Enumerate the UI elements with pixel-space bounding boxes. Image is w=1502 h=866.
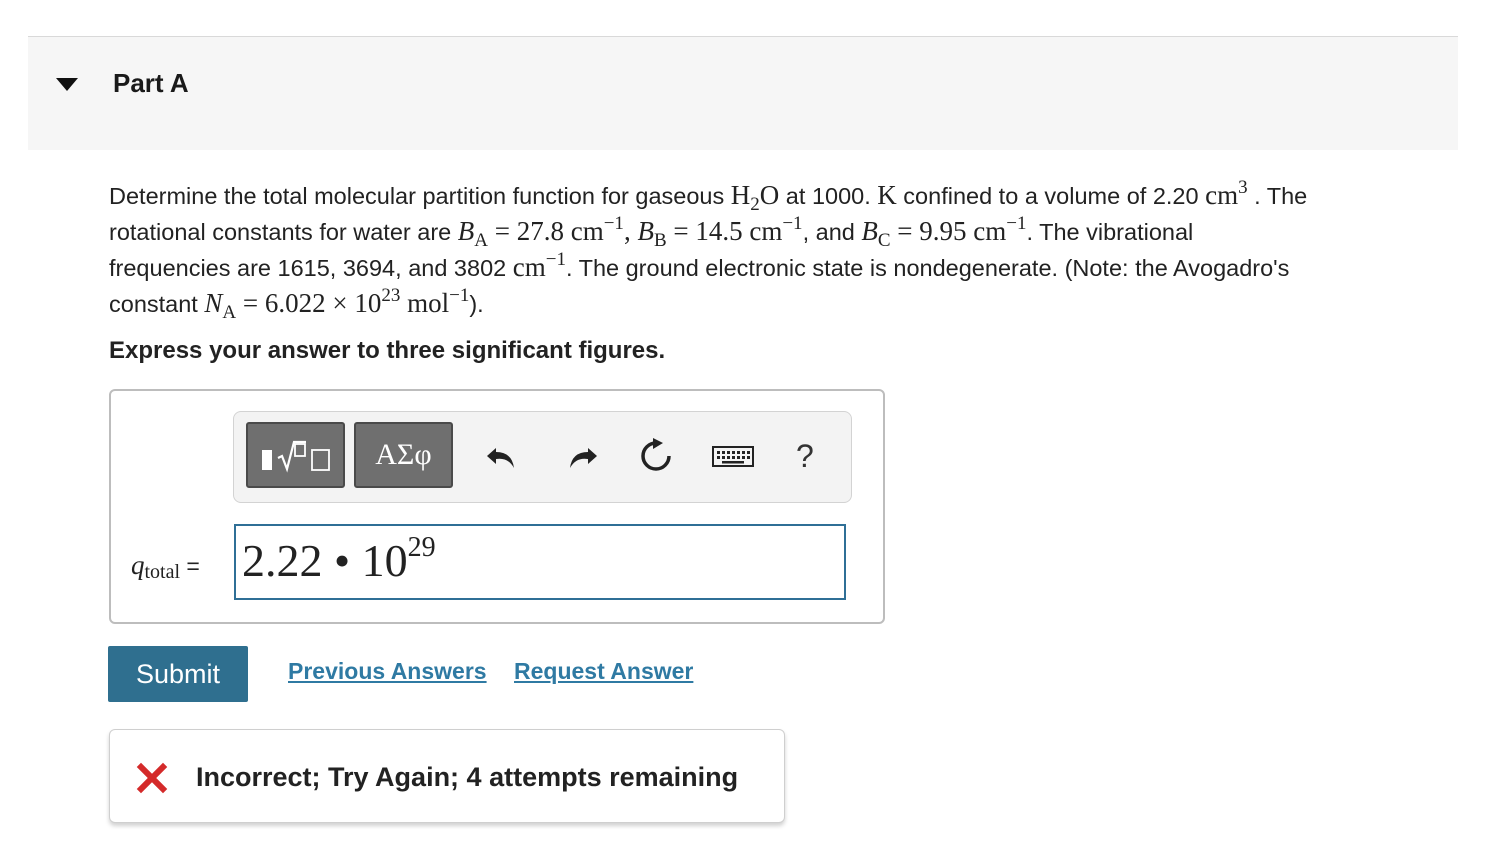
answer-input-value[interactable]: 2.22 • 1029 [242,532,436,587]
previous-answers-link[interactable]: Previous Answers [288,658,487,685]
unit-exponent: −1 [603,213,624,234]
variable-subscript: total [144,561,181,583]
answer-mantissa: 2.22 • 10 [242,535,408,586]
question-text-segment: . The ground electronic state is nondege… [565,255,1290,281]
question-text: Determine the total molecular partition … [109,170,1469,323]
question-line-3: frequencies are 1615, 3694, and 3802 cm−… [109,242,1469,282]
symbol-subscript: A [222,302,237,323]
unit-exponent: −1 [449,285,470,306]
templates-button[interactable] [246,422,345,488]
redo-icon[interactable] [562,436,602,476]
question-line-1: Determine the total molecular partition … [109,170,1469,215]
feedback-message: Incorrect; Try Again; 4 attempts remaini… [196,762,739,792]
question-line-4: constant NA = 6.022 × 1023 mol−1). [109,278,1469,323]
greek-symbols-button[interactable]: ΑΣφ [354,422,453,488]
math-value: = 6.022 × 10 [236,288,382,318]
collapse-caret-icon[interactable] [56,78,78,91]
submit-button[interactable]: Submit [108,646,248,702]
unit-exponent: −1 [1006,213,1027,234]
unit-exponent: −1 [782,213,803,234]
unit-exponent: 23 [381,285,401,306]
unit-exponent: 3 [1238,177,1248,198]
help-icon[interactable]: ? [796,436,814,476]
part-title: Part A [113,68,189,98]
undo-icon[interactable] [482,436,522,476]
unit-exponent: −1 [545,249,566,270]
reset-icon[interactable] [636,436,676,476]
unit-mol: mol [400,288,450,318]
answer-variable-label: qtotal = [131,550,200,584]
answer-exponent: 29 [407,532,436,563]
symbol-n: N [204,288,223,318]
question-text-segment: constant [109,291,205,317]
keyboard-icon[interactable] [710,436,756,476]
templates-icon [262,440,330,473]
incorrect-x-icon [136,762,168,794]
answer-instruction: Express your answer to three significant… [109,337,666,364]
equals-sign: = [180,553,200,579]
part-header[interactable] [28,37,1458,150]
variable-symbol: q [131,550,145,580]
question-line-2: rotational constants for water are BA = … [109,206,1469,251]
unit-cm: cm [1205,180,1239,210]
question-text-segment: ). [469,291,484,317]
request-answer-link[interactable]: Request Answer [514,658,693,685]
unit-cm: cm [512,252,546,282]
question-text-segment: . The [1247,183,1308,209]
